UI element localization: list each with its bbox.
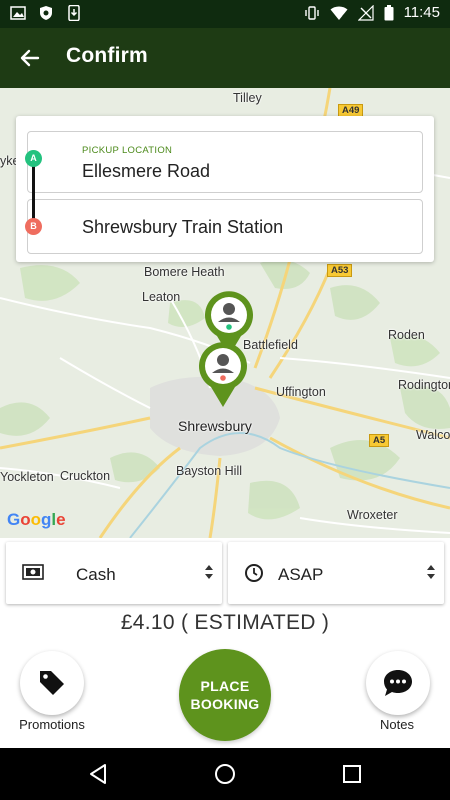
wifi-icon xyxy=(330,6,348,20)
cash-icon xyxy=(22,564,44,580)
notes-button[interactable] xyxy=(366,651,430,715)
pickup-time-select[interactable]: ASAP xyxy=(228,542,444,604)
map-place-label: Leaton xyxy=(142,290,181,304)
route-connector-line xyxy=(32,166,35,219)
map-place-label: Shrewsbury xyxy=(178,418,252,434)
tag-icon xyxy=(40,671,64,695)
pickup-location-value: Ellesmere Road xyxy=(82,161,211,181)
map-place-label: Cruckton xyxy=(60,469,111,483)
image-icon xyxy=(10,6,26,20)
map-place-label: Roden xyxy=(388,328,425,342)
place-booking-label-line1: PLACE xyxy=(200,678,250,694)
map-place-label: Uffington xyxy=(276,385,326,399)
no-sim-icon xyxy=(357,4,374,21)
location-card: PICKUP LOCATION Ellesmere Road Shrewsbur… xyxy=(16,116,434,262)
recents-square-icon[interactable] xyxy=(340,762,364,786)
system-nav-bar xyxy=(0,748,450,800)
pickup-marker-a: A xyxy=(25,150,42,167)
google-logo: Google xyxy=(7,510,66,529)
shield-icon xyxy=(40,6,52,20)
notes-label: Notes xyxy=(380,717,414,732)
estimated-price: £4.10 ( ESTIMATED ) xyxy=(120,611,330,634)
pickup-time-value: ASAP xyxy=(278,565,324,584)
vibrate-icon xyxy=(304,5,319,20)
dropoff-marker-b: B xyxy=(25,218,42,235)
arrow-left-icon xyxy=(20,49,40,67)
map-place-label: Tilley xyxy=(233,91,262,105)
clock-icon xyxy=(245,564,263,582)
status-time: 11:45 xyxy=(403,4,440,21)
dropoff-driver-pin[interactable] xyxy=(197,341,249,409)
battery-icon xyxy=(384,4,394,20)
options-row: Cash ASAP xyxy=(0,542,450,606)
back-triangle-icon[interactable] xyxy=(86,762,110,786)
payment-method-value: Cash xyxy=(76,565,116,584)
chat-bubble-icon xyxy=(384,670,412,696)
dropoff-location-field[interactable]: Shrewsbury Train Station xyxy=(27,199,423,254)
map-place-label: Walco xyxy=(416,428,450,442)
promotions-label: Promotions xyxy=(19,717,85,732)
home-circle-icon[interactable] xyxy=(213,762,237,786)
map-place-label: Wroxeter xyxy=(347,508,398,522)
select-arrows-icon xyxy=(205,565,213,579)
status-bar: 11:45 xyxy=(0,0,450,28)
map-place-label: Bomere Heath xyxy=(144,265,225,279)
pickup-location-field[interactable]: PICKUP LOCATION Ellesmere Road xyxy=(27,131,423,193)
map-place-label: Yockleton xyxy=(0,470,54,484)
place-booking-button[interactable]: PLACE BOOKING xyxy=(179,649,271,741)
dropoff-location-value: Shrewsbury Train Station xyxy=(82,217,284,237)
payment-method-select[interactable]: Cash xyxy=(6,542,222,604)
road-badge: A5 xyxy=(369,434,390,447)
promotions-button[interactable] xyxy=(20,651,84,715)
phone-download-icon xyxy=(68,5,80,21)
map-place-label: Bayston Hill xyxy=(176,464,242,478)
pickup-location-caption: PICKUP LOCATION xyxy=(82,145,173,156)
app-bar: Confirm xyxy=(0,28,450,88)
map-place-label: Rodington xyxy=(398,378,450,392)
road-badge: A53 xyxy=(327,264,353,277)
place-booking-label-line2: BOOKING xyxy=(190,696,260,712)
back-button[interactable] xyxy=(12,40,48,76)
select-arrows-icon xyxy=(427,565,435,579)
page-title: Confirm xyxy=(66,44,148,67)
